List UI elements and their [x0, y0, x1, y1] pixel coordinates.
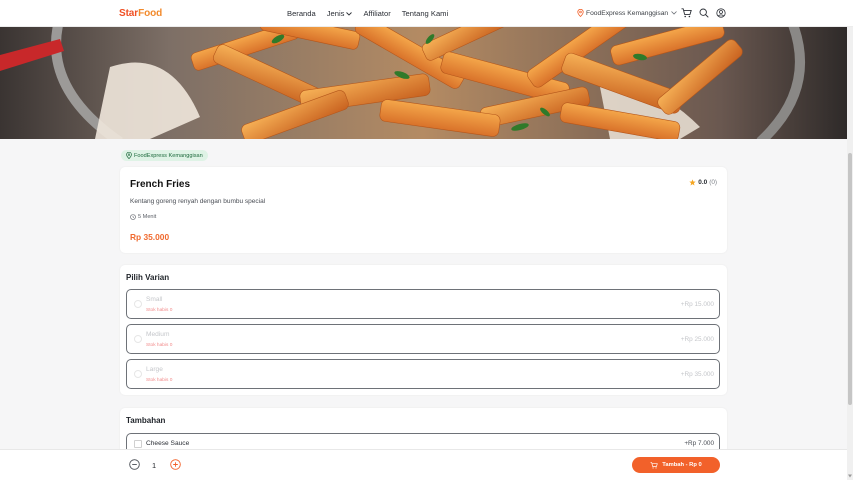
variant-price: +Rp 25.000 [680, 336, 714, 343]
addon-price: +Rp 7.000 [684, 440, 714, 447]
radio-button[interactable] [134, 300, 142, 308]
variant-stock: Stok habis 0 [146, 343, 173, 348]
variant-option-medium[interactable]: Medium Stok habis 0 +Rp 25.000 [126, 324, 720, 354]
cart-icon [650, 461, 658, 469]
variant-stock: Stok habis 0 [146, 308, 173, 313]
nav-tentang-kami-label: Tentang Kami [401, 9, 449, 18]
brand-logo[interactable]: StarFood [119, 8, 162, 19]
variant-name: Small [146, 296, 163, 303]
chevron-down-icon [671, 11, 677, 15]
nav-affiliator[interactable]: Affiliator [363, 9, 390, 18]
nav-affiliator-label: Affiliator [363, 9, 391, 18]
quantity-value: 1 [152, 461, 157, 470]
order-bottom-bar: 1 Tambah - Rp 0 [0, 449, 847, 480]
variant-option-small[interactable]: Small Stok habis 0 +Rp 15.000 [126, 289, 720, 319]
top-navbar: StarFood Beranda Jenis Affiliator Tentan… [0, 0, 853, 27]
page-scrollbar[interactable] [847, 27, 853, 480]
account-button[interactable] [715, 7, 726, 19]
variant-price: +Rp 15.000 [680, 301, 714, 308]
scrollbar-thumb[interactable] [848, 153, 852, 405]
location-selector[interactable]: FoodExpress Kemanggisan [577, 9, 679, 17]
logo-text-food: Food [138, 8, 163, 19]
prep-time-label: 5 Menit [138, 214, 157, 220]
logo-text-star: Star [119, 8, 139, 19]
map-pin-icon [577, 9, 584, 17]
variant-option-large[interactable]: Large Stok habis 0 +Rp 35.000 [126, 359, 720, 389]
user-icon [715, 8, 726, 18]
addon-section: Tambahan Cheese Sauce +Rp 7.000 [120, 408, 727, 449]
product-info-card: French Fries Kentang goreng renyah denga… [120, 167, 727, 253]
product-description: Kentang goreng renyah dengan bumbu speci… [130, 198, 266, 205]
prep-time: 5 Menit [130, 214, 156, 220]
radio-button[interactable] [134, 335, 142, 343]
variant-section-title: Pilih Varian [126, 273, 170, 282]
french-fries-illustration [0, 27, 847, 139]
rating-count: (0) [709, 179, 717, 186]
product-price: Rp 35.000 [130, 232, 170, 242]
rating-score: 0.0 [698, 179, 708, 186]
chevron-down-icon [346, 11, 353, 16]
store-badge-label: FoodExpress Kemanggisan [134, 152, 203, 159]
plus-circle-icon[interactable] [170, 459, 181, 470]
variant-price: +Rp 35.000 [680, 371, 714, 378]
cart-icon [681, 8, 692, 18]
location-label: FoodExpress Kemanggisan [586, 9, 669, 17]
variant-name: Medium [146, 331, 170, 338]
variant-name: Large [146, 366, 163, 373]
clock-icon [130, 214, 136, 220]
star-icon [689, 179, 696, 186]
checkbox[interactable] [134, 440, 142, 448]
search-button[interactable] [698, 7, 709, 19]
addon-option-cheese-sauce[interactable]: Cheese Sauce +Rp 7.000 [126, 433, 720, 449]
main-nav: Beranda Jenis Affiliator Tentang Kami [287, 9, 459, 18]
variant-section: Pilih Varian Small Stok habis 0 +Rp 15.0… [120, 265, 727, 395]
scroll-down-arrow-icon[interactable] [848, 474, 852, 478]
nav-jenis[interactable]: Jenis [327, 9, 353, 18]
nav-beranda-label: Beranda [287, 9, 316, 18]
product-title: French Fries [130, 179, 191, 190]
product-detail-content: FoodExpress Kemanggisan French Fries Ken… [0, 139, 847, 449]
variant-stock: Stok habis 0 [146, 378, 173, 383]
map-pin-icon [126, 152, 132, 159]
search-icon [699, 8, 709, 18]
product-rating: 0.0 (0) [689, 179, 717, 186]
cart-button[interactable] [681, 7, 692, 19]
radio-button[interactable] [134, 370, 142, 378]
nav-beranda[interactable]: Beranda [287, 9, 316, 18]
nav-jenis-label: Jenis [326, 9, 345, 18]
add-to-cart-button[interactable]: Tambah - Rp 0 [632, 457, 720, 473]
product-hero-image [0, 27, 847, 139]
nav-tentang-kami[interactable]: Tentang Kami [402, 9, 448, 18]
store-badge: FoodExpress Kemanggisan [121, 150, 208, 161]
minus-circle-icon[interactable] [129, 459, 140, 470]
addon-name: Cheese Sauce [146, 440, 190, 447]
addon-section-title: Tambahan [126, 416, 166, 425]
add-to-cart-label: Tambah - Rp 0 [662, 462, 702, 468]
nav-icon-group [681, 7, 732, 19]
